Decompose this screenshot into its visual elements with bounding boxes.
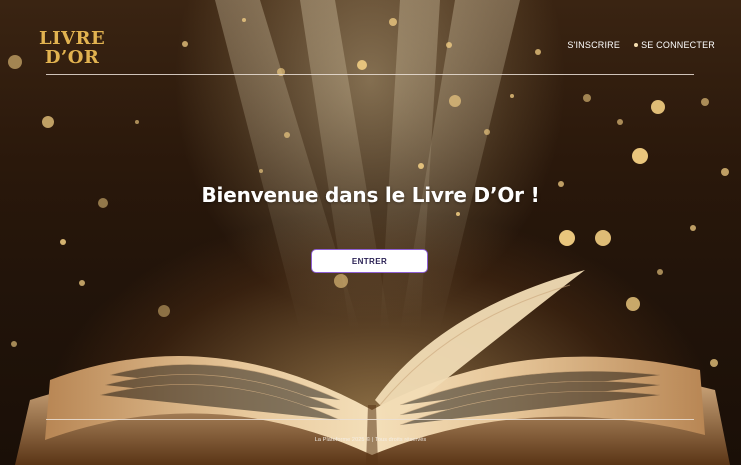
signup-link[interactable]: S'INSCRIRE xyxy=(567,40,620,50)
enter-button-label: ENTRER xyxy=(351,256,388,266)
header-nav: S'INSCRIRE SE CONNECTER xyxy=(567,40,715,50)
top-navigation-bar: LIVRE D’OR S'INSCRIRE SE CONNECTER xyxy=(0,0,741,78)
logo-line-1: LIVRE xyxy=(39,28,106,49)
login-label: SE CONNECTER xyxy=(641,40,715,50)
logo-line-2: D’OR xyxy=(44,47,100,68)
enter-button[interactable]: ENTRER xyxy=(311,249,428,273)
header-divider xyxy=(46,74,694,75)
welcome-heading: Bienvenue dans le Livre D’Or ! xyxy=(201,183,540,207)
open-book-illustration xyxy=(15,270,730,465)
footer-divider xyxy=(46,419,694,420)
login-link[interactable]: SE CONNECTER xyxy=(634,40,715,50)
signup-label: S'INSCRIRE xyxy=(567,40,621,50)
bullet-dot-icon xyxy=(634,43,639,47)
footer-copyright: La Plateforme 2025 © | Tous droits réser… xyxy=(314,437,427,443)
site-logo[interactable]: LIVRE D’OR xyxy=(39,29,105,67)
page: LIVRE D’OR S'INSCRIRE SE CONNECTER Bienv… xyxy=(0,0,741,465)
